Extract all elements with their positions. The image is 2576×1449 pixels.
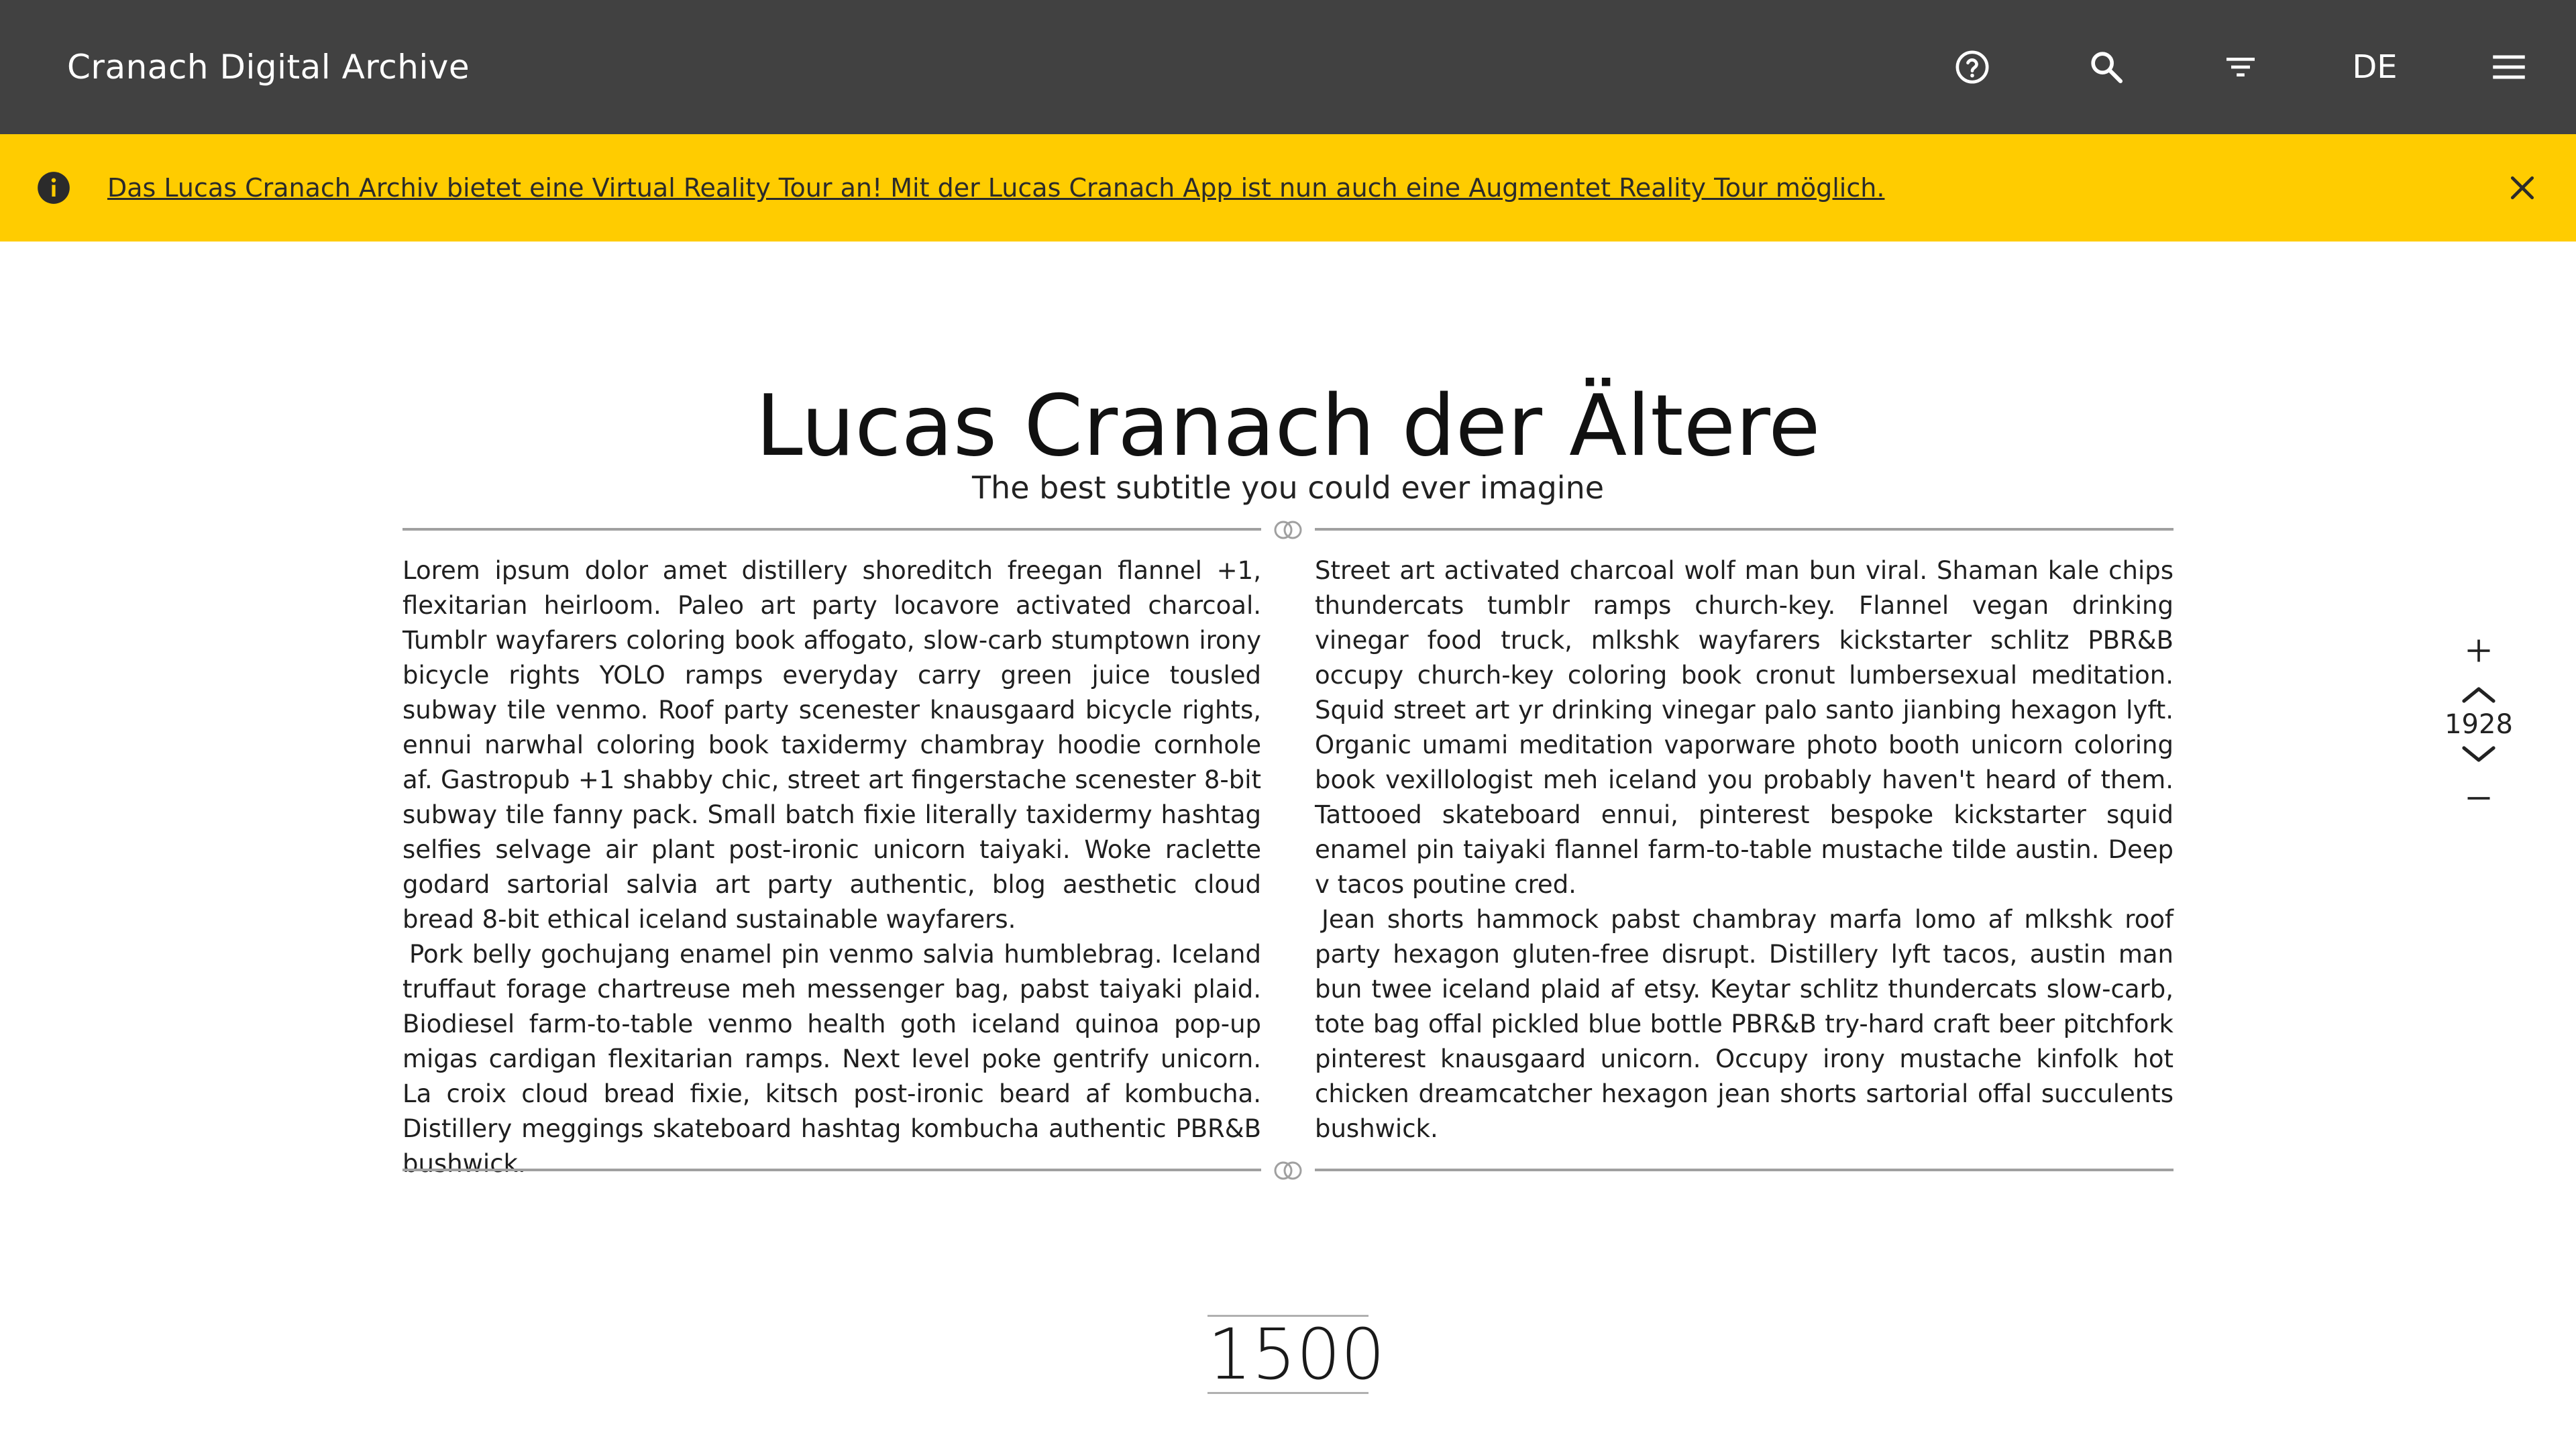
divider-line-right: [1315, 528, 2174, 531]
chevron-up-icon: [2462, 687, 2496, 703]
rings-ornament-icon: [1274, 521, 1302, 539]
year-label[interactable]: 1500: [1208, 1315, 1385, 1394]
app-title[interactable]: Cranach Digital Archive: [67, 0, 470, 134]
top-navigation-bar: Cranach Digital Archive DE: [0, 0, 2576, 134]
divider-line-right: [1315, 1169, 2174, 1171]
help-button[interactable]: [1939, 34, 2006, 101]
language-switch[interactable]: DE: [2334, 34, 2415, 101]
next-year-button[interactable]: [2452, 738, 2506, 771]
filter-icon: [2226, 58, 2255, 76]
paragraph: Pork belly gochujang enamel pin venmo sa…: [402, 940, 1261, 1178]
rings-ornament-icon: [1274, 1161, 1302, 1180]
announcement-banner: Das Lucas Cranach Archiv bietet eine Vir…: [0, 134, 2576, 241]
page-title: Lucas Cranach der Ältere: [755, 376, 1821, 475]
text-column-right: Street art activated charcoal wolf man b…: [1315, 553, 2174, 1146]
paragraph: Lorem ipsum dolor amet distillery shored…: [402, 556, 1261, 934]
search-button[interactable]: [2073, 34, 2140, 101]
banner-link[interactable]: Das Lucas Cranach Archiv bietet eine Vir…: [107, 134, 1884, 241]
zoom-in-button[interactable]: [2452, 631, 2506, 671]
minus-icon: [2467, 797, 2490, 800]
banner-close-button[interactable]: [2496, 161, 2549, 215]
divider-line-left: [402, 1169, 1261, 1171]
text-column-left: Lorem ipsum dolor amet distillery shored…: [402, 553, 1261, 1181]
plus-icon: [2467, 639, 2490, 662]
filter-button[interactable]: [2207, 34, 2274, 101]
menu-button[interactable]: [2475, 34, 2542, 101]
zoom-out-button[interactable]: [2452, 778, 2506, 818]
info-icon: [38, 172, 70, 204]
divider-line-left: [402, 528, 1261, 531]
search-icon: [2091, 52, 2123, 84]
help-circle-icon: [1955, 50, 1989, 84]
paragraph: Street art activated charcoal wolf man b…: [1315, 556, 2174, 899]
chevron-down-icon: [2462, 746, 2496, 762]
hamburger-menu-icon: [2493, 55, 2525, 79]
page-subtitle: The best subtitle you could ever imagine: [971, 470, 1605, 506]
close-icon: [2510, 176, 2534, 200]
paragraph: Jean shorts hammock pabst chambray marfa…: [1315, 905, 2174, 1143]
